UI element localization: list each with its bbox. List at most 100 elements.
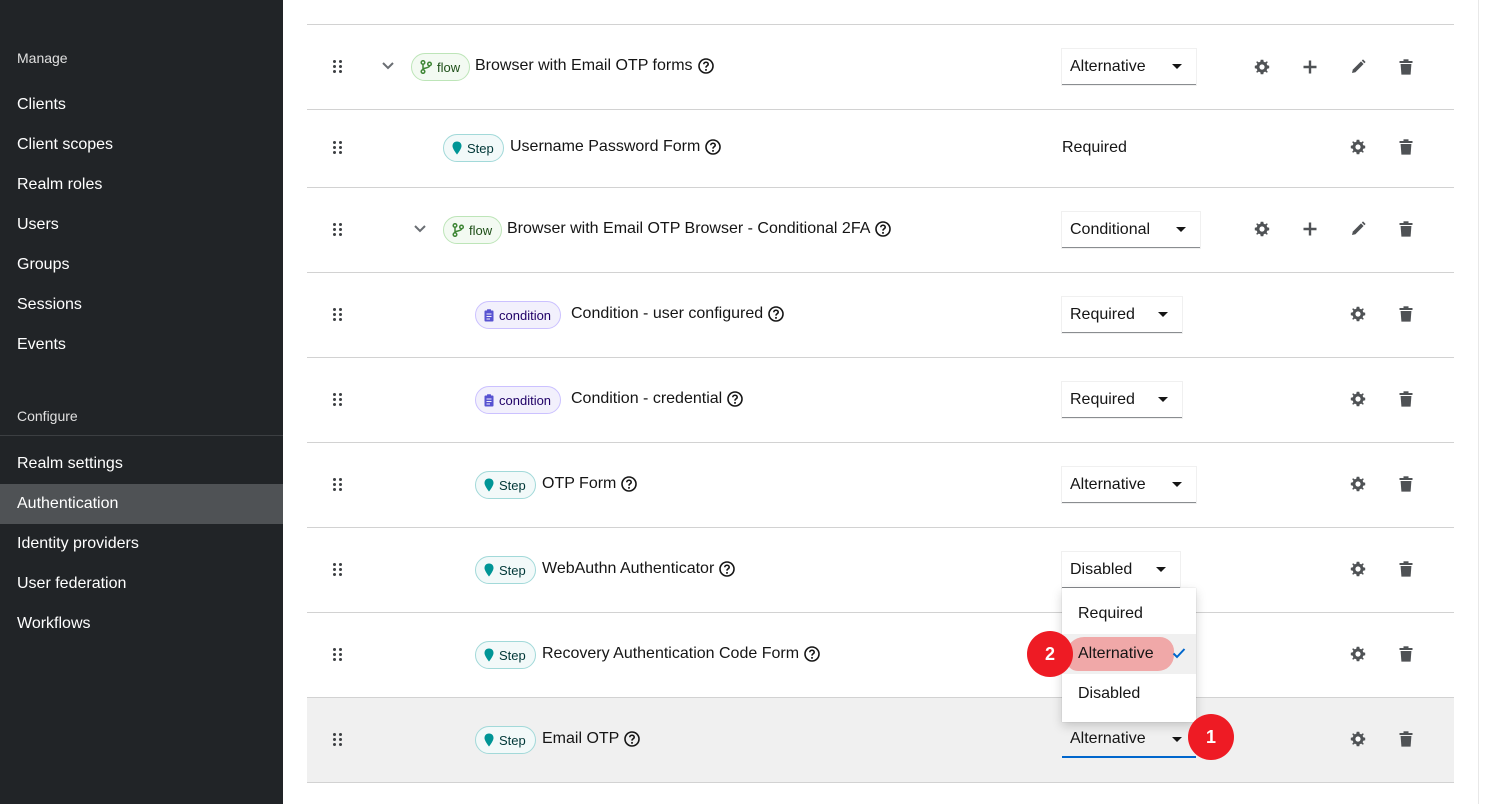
chevron-down-icon[interactable] — [381, 61, 395, 71]
drag-handle-icon[interactable] — [333, 223, 345, 237]
trash-icon[interactable] — [1394, 642, 1418, 666]
trash-icon[interactable] — [1394, 135, 1418, 159]
page-edge-divider — [1478, 0, 1479, 804]
gear-icon[interactable] — [1250, 55, 1274, 79]
gear-icon[interactable] — [1250, 217, 1274, 241]
badge-label: flow — [469, 222, 493, 238]
drag-handle-icon[interactable] — [333, 733, 345, 747]
gear-icon[interactable] — [1346, 135, 1370, 159]
caret-down-icon — [1158, 312, 1168, 317]
gear-icon[interactable] — [1346, 302, 1370, 326]
nav-item-identity-providers[interactable]: Identity providers — [0, 524, 283, 564]
gear-icon[interactable] — [1346, 557, 1370, 581]
nav-section-configure: Configure — [17, 408, 78, 424]
requirement-select[interactable]: Alternative — [1062, 49, 1196, 85]
requirement-select[interactable]: Required — [1062, 297, 1182, 333]
code-branch-icon — [452, 223, 464, 237]
drag-handle-icon[interactable] — [333, 60, 345, 74]
gear-icon[interactable] — [1346, 472, 1370, 496]
requirement-select[interactable]: Alternative — [1062, 722, 1196, 758]
trash-icon[interactable] — [1394, 557, 1418, 581]
menu-option-alternative[interactable]: Alternative — [1062, 634, 1196, 674]
nav-item-workflows[interactable]: Workflows — [0, 604, 283, 644]
condition-badge: condition — [475, 386, 562, 414]
plus-icon[interactable] — [1298, 217, 1322, 241]
nav-item-client-scopes[interactable]: Client scopes — [0, 125, 283, 165]
question-circle-icon[interactable] — [768, 306, 784, 322]
sidebar: Manage Clients Client scopes Realm roles… — [0, 0, 283, 804]
nav-item-events[interactable]: Events — [0, 325, 283, 365]
badge-label: Step — [499, 477, 526, 493]
drag-handle-icon[interactable] — [333, 308, 345, 322]
map-marker-icon — [484, 733, 494, 747]
condition-badge: condition — [475, 301, 562, 329]
question-circle-icon[interactable] — [621, 476, 638, 492]
nav-item-clients[interactable]: Clients — [0, 85, 283, 125]
row-name-text: Email OTP — [542, 730, 620, 747]
pencil-icon[interactable] — [1346, 217, 1370, 241]
row-name: Condition - user configured — [571, 305, 784, 323]
nav-item-groups[interactable]: Groups — [0, 245, 283, 285]
row-name: Condition - credential — [571, 390, 744, 408]
pencil-icon[interactable] — [1346, 55, 1370, 79]
gear-icon[interactable] — [1346, 387, 1370, 411]
flow-table-row: Step WebAuthn Authenticator Disabled — [307, 528, 1454, 613]
row-name-text: OTP Form — [542, 475, 617, 492]
badge-label: Step — [499, 732, 526, 748]
plus-icon[interactable] — [1298, 55, 1322, 79]
trash-icon[interactable] — [1394, 302, 1418, 326]
drag-handle-icon[interactable] — [333, 648, 345, 662]
nav-item-authentication[interactable]: Authentication — [0, 484, 283, 524]
drag-handle-icon[interactable] — [333, 141, 345, 155]
trash-icon[interactable] — [1394, 55, 1418, 79]
select-value: Required — [1070, 390, 1135, 408]
row-name: OTP Form — [542, 475, 638, 493]
code-branch-icon — [420, 60, 432, 74]
nav-item-users[interactable]: Users — [0, 205, 283, 245]
requirement-select[interactable]: Disabled — [1062, 552, 1180, 588]
drag-handle-icon[interactable] — [333, 393, 345, 407]
question-circle-icon[interactable] — [875, 221, 892, 237]
question-circle-icon[interactable] — [705, 139, 722, 155]
trash-icon[interactable] — [1394, 472, 1418, 496]
menu-option-label: Disabled — [1078, 685, 1141, 702]
caret-down-icon — [1176, 227, 1186, 232]
question-circle-icon[interactable] — [727, 391, 744, 407]
row-name: WebAuthn Authenticator — [542, 560, 736, 578]
nav-item-realm-roles[interactable]: Realm roles — [0, 165, 283, 205]
drag-handle-icon[interactable] — [333, 478, 345, 492]
trash-icon[interactable] — [1394, 387, 1418, 411]
requirement-select[interactable]: Conditional — [1062, 212, 1200, 248]
drag-handle-icon[interactable] — [333, 563, 345, 577]
select-value: Alternative — [1070, 475, 1146, 493]
gear-icon[interactable] — [1346, 727, 1370, 751]
requirement-dropdown-menu: Required Alternative Disabled — [1062, 588, 1196, 722]
question-circle-icon[interactable] — [697, 58, 714, 74]
badge-label: Step — [467, 140, 494, 156]
row-name-text: Recovery Authentication Code Form — [542, 645, 800, 662]
row-name-text: Browser with Email OTP forms — [475, 57, 693, 74]
requirement-select[interactable]: Required — [1062, 382, 1182, 418]
question-circle-icon[interactable] — [804, 646, 820, 662]
badge-label: Step — [499, 562, 526, 578]
caret-down-icon — [1158, 397, 1168, 402]
nav-item-realm-settings[interactable]: Realm settings — [0, 444, 283, 484]
chevron-down-icon[interactable] — [413, 224, 427, 234]
menu-option-required[interactable]: Required — [1062, 594, 1196, 634]
trash-icon[interactable] — [1394, 727, 1418, 751]
select-value: Alternative — [1070, 730, 1146, 747]
row-name-text: Condition - user configured — [571, 305, 764, 322]
flow-badge: flow — [443, 216, 503, 244]
question-circle-icon[interactable] — [624, 731, 641, 747]
question-circle-icon[interactable] — [719, 561, 736, 577]
trash-icon[interactable] — [1394, 217, 1418, 241]
requirement-select[interactable]: Alternative — [1062, 467, 1196, 503]
nav-item-user-federation[interactable]: User federation — [0, 564, 283, 604]
map-marker-icon — [484, 563, 494, 577]
flow-table-row: condition Condition - user configured Re… — [307, 273, 1454, 358]
row-name: Email OTP — [542, 730, 641, 748]
nav-item-sessions[interactable]: Sessions — [0, 285, 283, 325]
menu-option-disabled[interactable]: Disabled — [1062, 674, 1196, 714]
badge-label: condition — [499, 307, 552, 323]
gear-icon[interactable] — [1346, 642, 1370, 666]
